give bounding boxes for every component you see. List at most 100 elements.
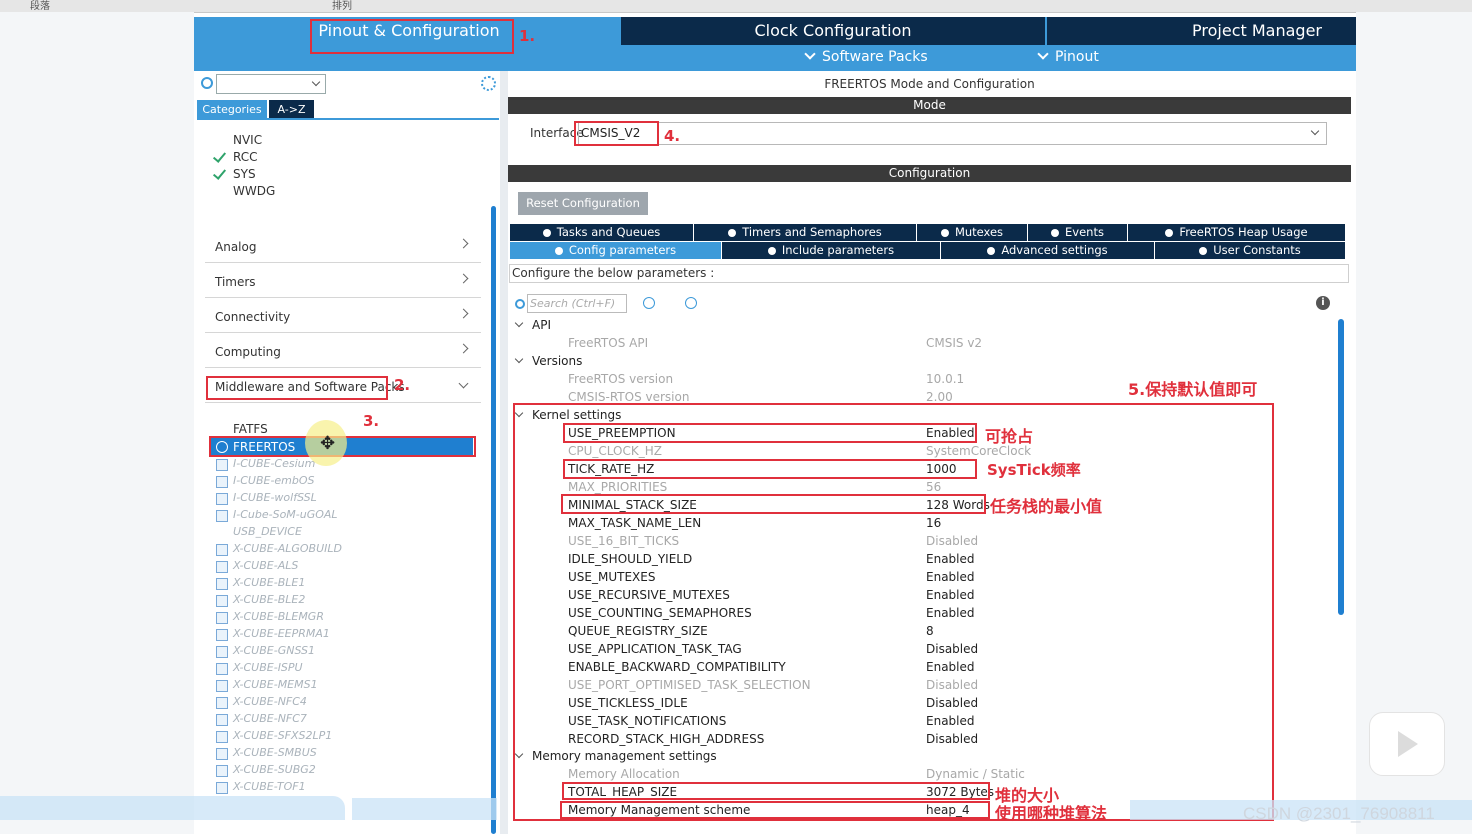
package-item[interactable]: I-CUBE-wolfSSL — [233, 491, 317, 504]
nav-software-packs[interactable]: Software Packs — [804, 48, 928, 65]
tab-events[interactable]: Events — [1028, 224, 1128, 241]
tab-config-parameters[interactable]: Config parameters — [510, 242, 722, 259]
package-item[interactable]: X-CUBE-SMBUS — [233, 746, 317, 759]
package-item[interactable]: I-CUBE-embOS — [233, 474, 315, 487]
tree-item-sys[interactable]: SYS — [233, 167, 256, 181]
tab-tasks-queues[interactable]: Tasks and Queues — [510, 224, 694, 241]
param-name[interactable]: CMSIS-RTOS version — [568, 390, 689, 404]
tab-advanced-settings[interactable]: Advanced settings — [941, 242, 1155, 259]
package-download-icon[interactable] — [216, 782, 228, 794]
param-scrollbar[interactable] — [1338, 319, 1344, 615]
package-download-icon[interactable] — [216, 629, 228, 641]
radio-icon — [728, 229, 737, 237]
tab-timers-semaphores[interactable]: Timers and Semaphores — [694, 224, 917, 241]
nav-pinout[interactable]: Pinout — [1037, 48, 1099, 65]
chevron-right-icon — [458, 343, 469, 354]
section-timers[interactable]: Timers — [205, 263, 481, 298]
param-name[interactable]: FreeRTOS version — [568, 372, 673, 386]
section-computing[interactable]: Computing — [205, 333, 481, 368]
package-download-icon[interactable] — [216, 544, 228, 556]
tab-project-manager[interactable]: Project Manager — [1047, 17, 1356, 45]
package-download-icon[interactable] — [216, 612, 228, 624]
decor-wave — [0, 796, 345, 820]
radio-icon — [987, 247, 996, 255]
tab-a-z[interactable]: A->Z — [269, 100, 314, 119]
annotation-keep-default: 5.保持默认值即可 — [1128, 380, 1258, 399]
section-label: Computing — [215, 345, 281, 359]
annotation-preemptive: 可抢占 — [985, 427, 1034, 446]
info-icon[interactable]: i — [1316, 296, 1330, 310]
section-analog[interactable]: Analog — [205, 228, 481, 263]
annotation-number-1: 1. — [519, 27, 536, 45]
package-download-icon[interactable] — [216, 459, 228, 471]
chevron-right-icon — [458, 273, 469, 284]
video-play-icon[interactable] — [1369, 712, 1445, 776]
package-item[interactable]: X-CUBE-BLE2 — [233, 593, 305, 606]
package-item[interactable]: X-CUBE-NFC4 — [233, 695, 307, 708]
package-download-icon[interactable] — [216, 697, 228, 709]
tab-include-parameters[interactable]: Include parameters — [722, 242, 941, 259]
interface-select[interactable]: CMSIS_V2 — [578, 122, 1327, 145]
package-item[interactable]: X-CUBE-NFC7 — [233, 712, 307, 725]
chevron-right-icon — [458, 238, 469, 249]
search-icon[interactable] — [201, 77, 213, 89]
tree-item-nvic[interactable]: NVIC — [233, 133, 262, 147]
panel-divider[interactable] — [500, 71, 508, 834]
package-item[interactable]: I-CUBE-Cesium — [233, 457, 315, 470]
package-item[interactable]: X-CUBE-BLEMGR — [233, 610, 324, 623]
package-download-icon[interactable] — [216, 646, 228, 658]
package-item[interactable]: X-CUBE-ISPU — [233, 661, 303, 674]
package-item[interactable]: X-CUBE-TOF1 — [233, 780, 306, 793]
radio-icon — [542, 229, 551, 237]
package-item[interactable]: X-CUBE-SFXS2LP1 — [233, 729, 332, 742]
group-versions[interactable]: Versions — [514, 354, 582, 368]
play-triangle — [1398, 731, 1418, 757]
package-download-icon[interactable] — [216, 510, 228, 522]
package-download-icon[interactable] — [216, 765, 228, 777]
gear-icon[interactable] — [481, 76, 496, 91]
package-item[interactable]: X-CUBE-BLE1 — [233, 576, 305, 589]
tab-categories[interactable]: Categories — [197, 100, 267, 119]
tab-mutexes[interactable]: Mutexes — [917, 224, 1028, 241]
package-download-icon[interactable] — [216, 663, 228, 675]
package-download-icon[interactable] — [216, 561, 228, 573]
package-item[interactable]: USB_DEVICE — [233, 525, 302, 538]
package-item[interactable]: X-CUBE-SUBG2 — [233, 763, 316, 776]
package-item[interactable]: X-CUBE-EEPRMA1 — [233, 627, 330, 640]
tab-heap-usage[interactable]: FreeRTOS Heap Usage — [1128, 224, 1346, 241]
tab-clock-configuration[interactable]: Clock Configuration — [621, 17, 1045, 45]
param-name[interactable]: FreeRTOS API — [568, 336, 648, 350]
tree-item-wwdg[interactable]: WWDG — [233, 184, 275, 198]
param-search-input[interactable]: Search (Ctrl+F) — [527, 294, 627, 313]
package-item[interactable]: X-CUBE-ALGOBUILD — [233, 542, 342, 555]
package-download-icon[interactable] — [216, 595, 228, 607]
mode-bar: Mode — [508, 97, 1351, 114]
package-item[interactable]: X-CUBE-GNSS1 — [233, 644, 315, 657]
search-combo[interactable] — [216, 74, 326, 94]
section-connectivity[interactable]: Connectivity — [205, 298, 481, 333]
annotation-min-stack: 任务栈的最小值 — [990, 497, 1103, 516]
prev-match-icon[interactable] — [643, 297, 655, 309]
tree-item-rcc[interactable]: RCC — [233, 150, 258, 164]
package-download-icon[interactable] — [216, 714, 228, 726]
tab-label: Advanced settings — [1001, 243, 1108, 257]
group-api[interactable]: API — [514, 318, 551, 332]
package-download-icon[interactable] — [216, 476, 228, 488]
package-download-icon[interactable] — [216, 748, 228, 760]
package-download-icon[interactable] — [216, 680, 228, 692]
package-item[interactable]: X-CUBE-MEMS1 — [233, 678, 318, 691]
package-item[interactable]: I-Cube-SoM-uGOAL — [233, 508, 338, 521]
package-item[interactable]: X-CUBE-ALS — [233, 559, 298, 572]
tab-label: Config parameters — [568, 243, 677, 257]
package-download-icon[interactable] — [216, 731, 228, 743]
annotation-number-2: 2. — [394, 376, 411, 394]
annotation-box-preemption — [563, 423, 977, 443]
section-label: Analog — [215, 240, 257, 254]
reset-configuration-button[interactable]: Reset Configuration — [518, 192, 648, 215]
tree-item-fatfs[interactable]: FATFS — [233, 422, 268, 436]
package-download-icon[interactable] — [216, 578, 228, 590]
package-download-icon[interactable] — [216, 493, 228, 505]
next-match-icon[interactable] — [685, 297, 697, 309]
left-scrollbar[interactable] — [491, 206, 496, 834]
tab-user-constants[interactable]: User Constants — [1155, 242, 1346, 259]
